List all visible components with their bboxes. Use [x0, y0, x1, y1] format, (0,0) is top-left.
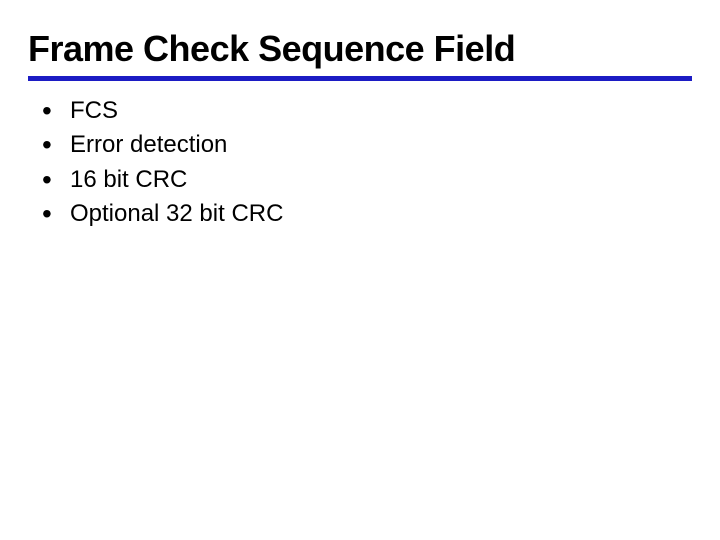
bullet-text: 16 bit CRC — [66, 164, 187, 196]
bullet-text: FCS — [66, 95, 118, 127]
list-item: • 16 bit CRC — [42, 164, 692, 196]
list-item: • Error detection — [42, 129, 692, 161]
slide-title: Frame Check Sequence Field — [28, 28, 692, 81]
bullet-icon: • — [42, 164, 66, 196]
list-item: • FCS — [42, 95, 692, 127]
bullet-list: • FCS • Error detection • 16 bit CRC • O… — [28, 95, 692, 231]
bullet-icon: • — [42, 198, 66, 230]
list-item: • Optional 32 bit CRC — [42, 198, 692, 230]
bullet-text: Error detection — [66, 129, 227, 161]
bullet-icon: • — [42, 129, 66, 161]
bullet-icon: • — [42, 95, 66, 127]
bullet-text: Optional 32 bit CRC — [66, 198, 283, 230]
